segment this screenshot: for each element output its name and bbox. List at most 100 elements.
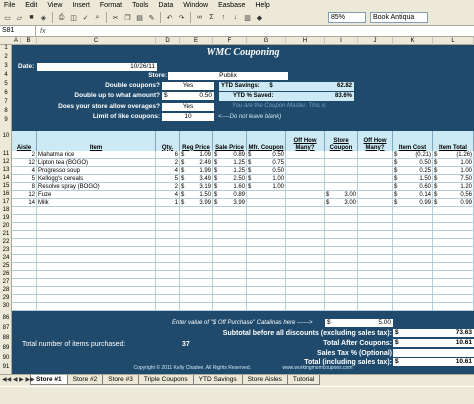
permission-icon[interactable]: ◈	[38, 12, 49, 23]
cell-off1[interactable]	[286, 239, 325, 247]
cell-store[interactable]	[325, 231, 358, 239]
cell-reg[interactable]: $1.99	[180, 167, 213, 175]
cell-item[interactable]	[37, 271, 156, 279]
cell-store[interactable]	[325, 287, 358, 295]
cell-total[interactable]	[433, 207, 474, 215]
cut-icon[interactable]: ✂	[110, 12, 121, 23]
row-header[interactable]: 11	[0, 151, 12, 157]
cell-total[interactable]	[433, 223, 474, 231]
cell-reg[interactable]	[180, 239, 213, 247]
cell-sale[interactable]: $1.60	[213, 183, 247, 191]
cell-sale[interactable]: $3.99	[213, 199, 247, 207]
cell-item[interactable]: Lipton tea (BOGO)	[37, 159, 156, 167]
cell-aisle[interactable]	[12, 207, 37, 215]
cell-cost[interactable]	[393, 247, 433, 255]
cell-aisle[interactable]	[12, 239, 37, 247]
cell-reg[interactable]	[180, 295, 213, 303]
cell-off2[interactable]	[358, 271, 393, 279]
cell-total[interactable]: $ (1.26)	[433, 151, 474, 159]
cell-store[interactable]	[325, 239, 358, 247]
row-header[interactable]: 9	[0, 117, 12, 123]
cell-off2[interactable]	[358, 231, 393, 239]
font-select[interactable]: Book Antiqua	[370, 12, 428, 23]
cell-store[interactable]	[325, 175, 358, 183]
cell-qty[interactable]	[156, 215, 180, 223]
cell-off2[interactable]	[358, 223, 393, 231]
cell-off1[interactable]	[286, 223, 325, 231]
row-header[interactable]: 5	[0, 81, 12, 87]
cell-mfr[interactable]: $1.00	[247, 175, 286, 183]
cell-reg[interactable]	[180, 263, 213, 271]
cell-reg[interactable]	[180, 303, 213, 311]
cell-mfr[interactable]: $0.75	[247, 159, 286, 167]
chart-icon[interactable]: ▥	[242, 12, 253, 23]
row-header[interactable]: 25	[0, 263, 12, 269]
cell-reg[interactable]	[180, 247, 213, 255]
cell-item[interactable]: Mahatma rice	[37, 151, 156, 159]
menu-file[interactable]: File	[4, 2, 15, 9]
cell-off2[interactable]	[358, 191, 393, 199]
row-header[interactable]: 89	[0, 345, 12, 351]
store-input[interactable]: Publix	[168, 72, 288, 80]
cell-off2[interactable]	[358, 287, 393, 295]
cell-mfr[interactable]	[247, 207, 286, 215]
double-upto-input[interactable]: $ 0.50	[162, 92, 214, 100]
cell-cost[interactable]	[393, 287, 433, 295]
cell-sale[interactable]	[213, 247, 247, 255]
cell-mfr[interactable]	[247, 279, 286, 287]
cell-item[interactable]	[37, 207, 156, 215]
cell-reg[interactable]	[180, 231, 213, 239]
col-header[interactable]: E	[180, 37, 213, 45]
drawing-icon[interactable]: ◆	[254, 12, 265, 23]
cell-qty[interactable]: 4	[156, 167, 180, 175]
cell-item[interactable]: Kellogg's cereals	[37, 175, 156, 183]
cell-sale[interactable]	[213, 279, 247, 287]
row-header[interactable]: 19	[0, 215, 12, 221]
row-header[interactable]: 28	[0, 287, 12, 293]
cell-qty[interactable]: 5	[156, 175, 180, 183]
cell-mfr[interactable]	[247, 223, 286, 231]
row-header[interactable]: 22	[0, 239, 12, 245]
overage-input[interactable]: Yes	[162, 103, 214, 111]
row-header[interactable]: 24	[0, 255, 12, 261]
tab-store-2[interactable]: Store #2	[66, 375, 104, 385]
cell-reg[interactable]	[180, 287, 213, 295]
cell-off1[interactable]	[286, 263, 325, 271]
menu-tools[interactable]: Tools	[132, 2, 148, 9]
cell-cost[interactable]: $0.50	[393, 159, 433, 167]
cell-item[interactable]	[37, 239, 156, 247]
row-header[interactable]: 13	[0, 167, 12, 173]
menu-window[interactable]: Window	[183, 2, 208, 9]
cell-off2[interactable]	[358, 199, 393, 207]
print-icon[interactable]: ⎙	[56, 12, 67, 23]
cell-off1[interactable]	[286, 303, 325, 311]
col-header[interactable]: G	[247, 37, 286, 45]
cell-total[interactable]	[433, 215, 474, 223]
cell-reg[interactable]: $1.09	[180, 151, 213, 159]
row-header[interactable]: 16	[0, 191, 12, 197]
cell-off2[interactable]	[358, 247, 393, 255]
row-header[interactable]: 17	[0, 199, 12, 205]
cell-store[interactable]	[325, 183, 358, 191]
cell-cost[interactable]	[393, 271, 433, 279]
cell-reg[interactable]	[180, 279, 213, 287]
cell-aisle[interactable]: 2	[12, 151, 37, 159]
limit-input[interactable]: 10	[162, 113, 214, 121]
cell-total[interactable]	[433, 271, 474, 279]
cell-sale[interactable]	[213, 207, 247, 215]
cell-aisle[interactable]	[12, 223, 37, 231]
cell-total[interactable]: $1.20	[433, 183, 474, 191]
cell-sale[interactable]	[213, 271, 247, 279]
row-header[interactable]: 26	[0, 271, 12, 277]
cell-sale[interactable]: $1.25	[213, 167, 247, 175]
cell-off1[interactable]	[286, 151, 325, 159]
row-header[interactable]: 12	[0, 159, 12, 165]
cell-qty[interactable]	[156, 247, 180, 255]
paste-icon[interactable]: ▤	[134, 12, 145, 23]
cell-off2[interactable]	[358, 207, 393, 215]
row-header[interactable]: 87	[0, 325, 12, 331]
cell-off1[interactable]	[286, 231, 325, 239]
cell-qty[interactable]	[156, 239, 180, 247]
cell-sale[interactable]: $1.25	[213, 159, 247, 167]
cell-item[interactable]	[37, 295, 156, 303]
